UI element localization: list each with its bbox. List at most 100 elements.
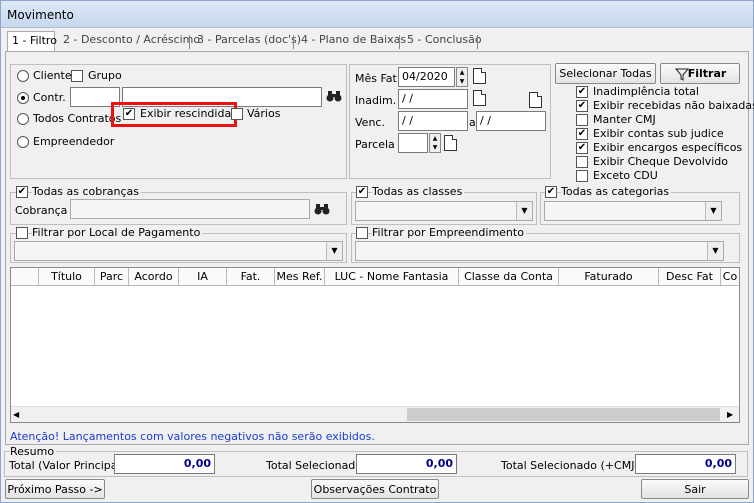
results-grid[interactable]: Título Parc Acordo IA Fat. Mes Ref. LUC … — [10, 267, 740, 423]
mes-fat-label: Mês Fat. — [355, 72, 401, 85]
grid-indicator-header — [11, 268, 39, 286]
total-selecionado-cmjd-value: 0,00 — [635, 454, 736, 474]
grid-header[interactable]: Desc Fat — [659, 268, 721, 286]
parcela-input[interactable] — [398, 133, 428, 153]
radio-contr[interactable] — [17, 92, 29, 104]
grid-header[interactable]: Classe da Conta — [459, 268, 559, 286]
total-selecionado-cmjd-label: Total Selecionado (+CMJD) — [501, 459, 648, 472]
empreendimento-checkbox[interactable] — [356, 227, 368, 239]
tab-conclusao[interactable]: 5 - Conclusão — [403, 33, 482, 51]
option-label: Inadimplência total — [593, 85, 699, 98]
todas-classes-label: Todas as classes — [372, 185, 465, 198]
grid-header[interactable]: Parc — [95, 268, 129, 286]
radio-cliente[interactable] — [17, 70, 29, 82]
option-checkbox-1[interactable]: ✔ — [576, 100, 588, 112]
parcela-label: Parcela — [355, 138, 395, 151]
scroll-left-icon[interactable]: ◀ — [13, 410, 19, 419]
chevron-down-icon: ▼ — [326, 242, 342, 260]
todas-cobrancas-label: Todas as cobranças — [32, 185, 142, 198]
empreendimento-label: Filtrar por Empreendimento — [372, 226, 526, 239]
local-pagamento-dropdown[interactable]: ▼ — [14, 241, 343, 261]
contr-label: Contr. — [33, 91, 66, 104]
tab-desconto[interactable]: 2 - Desconto / Acréscimo — [59, 33, 200, 51]
cobranca-label: Cobrança — [15, 204, 68, 217]
varios-checkbox[interactable] — [231, 108, 243, 120]
radio-todos-contratos[interactable] — [17, 113, 29, 125]
chevron-down-icon: ▼ — [707, 242, 723, 260]
mes-fat-input[interactable]: 04/2020 — [398, 67, 455, 87]
option-checkbox-4[interactable]: ✔ — [576, 142, 588, 154]
todos-contratos-label: Todos Contratos — [33, 112, 122, 125]
grid-header[interactable]: Co — [721, 268, 739, 286]
filtrar-button[interactable]: Filtrar — [660, 63, 740, 84]
scroll-right-icon[interactable]: ▶ — [727, 410, 733, 419]
proximo-passo-button[interactable]: Próximo Passo -> — [5, 479, 105, 499]
chevron-down-icon: ▼ — [705, 202, 721, 220]
binoculars-icon[interactable] — [326, 89, 342, 103]
option-label: Exibir contas sub judice — [593, 127, 724, 140]
grid-header[interactable]: IA — [179, 268, 227, 286]
todas-categorias-checkbox[interactable]: ✔ — [545, 186, 557, 198]
parcela-page-icon[interactable] — [444, 135, 457, 151]
grid-header[interactable]: Faturado — [559, 268, 659, 286]
horizontal-scrollbar[interactable]: ◀ ▶ — [11, 406, 739, 422]
grupo-checkbox[interactable] — [71, 70, 83, 82]
classes-dropdown[interactable]: ▼ — [355, 201, 533, 221]
inadim-calendar-icon[interactable] — [473, 90, 486, 106]
option-label: Exibir recebidas não baixadas — [593, 99, 754, 112]
resumo-title: Resumo — [10, 445, 57, 458]
grid-header[interactable]: Acordo — [129, 268, 179, 286]
highlight-box — [111, 102, 237, 127]
chevron-down-icon: ▼ — [516, 202, 532, 220]
grid-header[interactable]: Mes Ref. — [275, 268, 325, 286]
mes-fat-calendar-icon[interactable] — [473, 68, 486, 84]
grid-header[interactable]: Fat. — [227, 268, 275, 286]
sair-button[interactable]: Sair — [641, 479, 749, 499]
option-label: Exibir encargos específicos — [593, 141, 743, 154]
mes-fat-spinner[interactable]: ▲ ▼ — [456, 67, 468, 87]
tab-parcelas[interactable]: 3 - Parcelas (doc's) — [193, 33, 301, 51]
inadim-input[interactable]: / / — [398, 89, 468, 109]
cobranca-input[interactable] — [70, 199, 310, 219]
page-icon[interactable] — [529, 92, 542, 108]
total-selecionado-value: 0,00 — [356, 454, 457, 474]
empreendimento-dropdown[interactable]: ▼ — [355, 241, 724, 261]
movimento-window: Movimento 1 - Filtro 2 - Desconto / Acré… — [0, 0, 754, 503]
option-label: Exceto CDU — [593, 169, 658, 182]
tab-separator — [293, 35, 294, 49]
tab-filtro[interactable]: 1 - Filtro — [7, 31, 57, 52]
local-pagamento-label: Filtrar por Local de Pagamento — [32, 226, 203, 239]
scrollbar-thumb[interactable] — [407, 408, 720, 421]
title-bar: Movimento — [1, 1, 753, 28]
option-checkbox-2[interactable] — [576, 114, 588, 126]
observacoes-contrato-button[interactable]: Observações Contrato — [311, 479, 439, 499]
todas-cobrancas-checkbox[interactable]: ✔ — [16, 186, 28, 198]
option-checkbox-6[interactable] — [576, 170, 588, 182]
binoculars-icon[interactable] — [314, 202, 330, 216]
tab-plano-baixas[interactable]: 4 - Plano de Baixas — [297, 33, 406, 51]
option-checkbox-3[interactable]: ✔ — [576, 128, 588, 140]
selecionar-todas-button[interactable]: Selecionar Todas — [555, 63, 656, 84]
inadim-label: Inadim. — [355, 94, 397, 107]
venc-to-input[interactable]: / / — [476, 111, 546, 131]
filtrar-label: Filtrar — [687, 67, 727, 80]
window-title: Movimento — [7, 8, 74, 22]
categorias-dropdown[interactable]: ▼ — [544, 201, 722, 221]
todas-classes-checkbox[interactable]: ✔ — [356, 186, 368, 198]
venc-label: Venc. — [355, 116, 385, 129]
option-label: Exibir Cheque Devolvido — [593, 155, 729, 168]
grid-header[interactable]: Título — [39, 268, 95, 286]
todas-categorias-label: Todas as categorias — [561, 185, 672, 198]
venc-a-label: a — [469, 116, 476, 129]
option-label: Manter CMJ — [593, 113, 656, 126]
empreendedor-label: Empreendedor — [33, 135, 115, 148]
grid-header[interactable]: LUC - Nome Fantasia — [325, 268, 459, 286]
option-checkbox-5[interactable] — [576, 156, 588, 168]
option-checkbox-0[interactable]: ✔ — [576, 86, 588, 98]
grupo-label: Grupo — [88, 69, 122, 82]
local-pagamento-checkbox[interactable] — [16, 227, 28, 239]
parcela-spinner[interactable]: ▲ ▼ — [429, 133, 441, 153]
cliente-label: Cliente — [33, 69, 72, 82]
venc-from-input[interactable]: / / — [398, 111, 468, 131]
radio-empreendedor[interactable] — [17, 136, 29, 148]
